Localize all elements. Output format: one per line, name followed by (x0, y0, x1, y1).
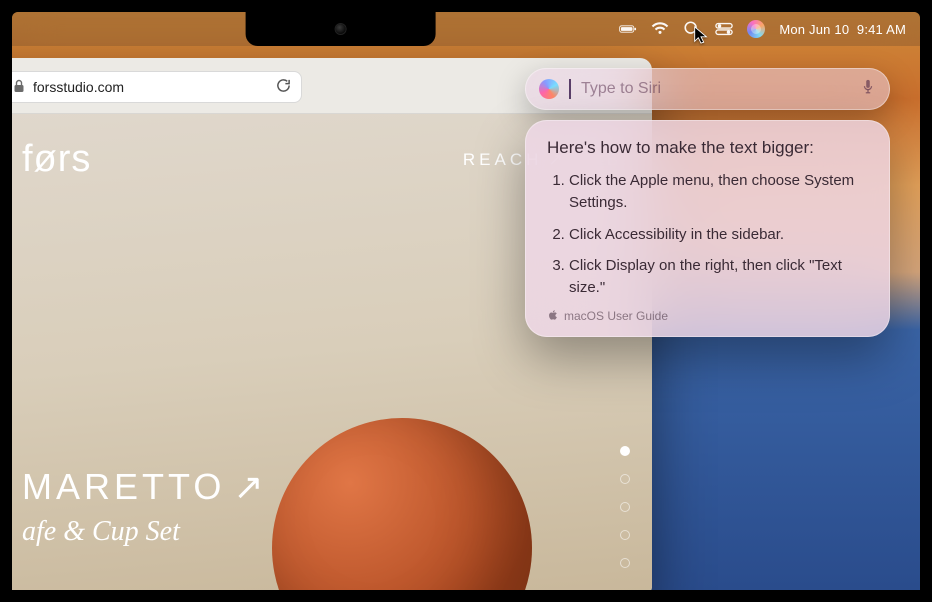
mouse-cursor-icon (692, 26, 710, 49)
siri-steps-list: Click the Apple menu, then choose System… (547, 170, 868, 299)
siri-step: Click Accessibility in the sidebar. (569, 224, 868, 246)
siri-heading: Here's how to make the text bigger: (547, 138, 868, 158)
hero-subtitle: afe & Cup Set (22, 516, 268, 548)
carousel-dot[interactable] (620, 446, 630, 456)
carousel-dot[interactable] (620, 558, 630, 568)
text-cursor (569, 79, 571, 99)
menu-bar: Mon Jun 10 9:41 AM (12, 12, 920, 46)
control-center-icon[interactable] (715, 20, 733, 38)
hero-section: MARETTO↗ afe & Cup Set (22, 466, 268, 548)
url-text: forsstudio.com (33, 79, 124, 95)
microphone-icon[interactable] (860, 79, 876, 100)
siri-source-link[interactable]: macOS User Guide (547, 309, 868, 323)
camera-dot (336, 24, 346, 34)
battery-icon[interactable] (619, 20, 637, 38)
reload-icon[interactable] (276, 78, 291, 96)
carousel-dot[interactable] (620, 502, 630, 512)
menu-date-time[interactable]: Mon Jun 10 9:41 AM (779, 22, 906, 37)
arrow-ne-icon: ↗ (233, 466, 267, 508)
lock-icon (13, 79, 25, 96)
carousel-dot[interactable] (620, 474, 630, 484)
carousel-indicators (620, 446, 630, 568)
siri-icon (539, 79, 559, 99)
siri-response-card: Here's how to make the text bigger: Clic… (525, 120, 890, 337)
siri-input-bar[interactable]: Type to Siri (525, 68, 890, 110)
siri-source-text: macOS User Guide (564, 309, 668, 323)
siri-step: Click Display on the right, then click "… (569, 255, 868, 299)
desktop-wallpaper: Mon Jun 10 9:41 AM forsstudio.com (12, 12, 920, 590)
wifi-icon[interactable] (651, 20, 669, 38)
product-image (272, 418, 532, 598)
siri-menu-icon[interactable] (747, 20, 765, 38)
carousel-dot[interactable] (620, 530, 630, 540)
siri-step: Click the Apple menu, then choose System… (569, 170, 868, 214)
hero-title: MARETTO (22, 466, 225, 508)
laptop-notch (246, 12, 436, 46)
siri-placeholder: Type to Siri (581, 80, 850, 98)
site-logo[interactable]: førs (22, 138, 91, 181)
address-bar[interactable]: forsstudio.com (2, 71, 302, 103)
